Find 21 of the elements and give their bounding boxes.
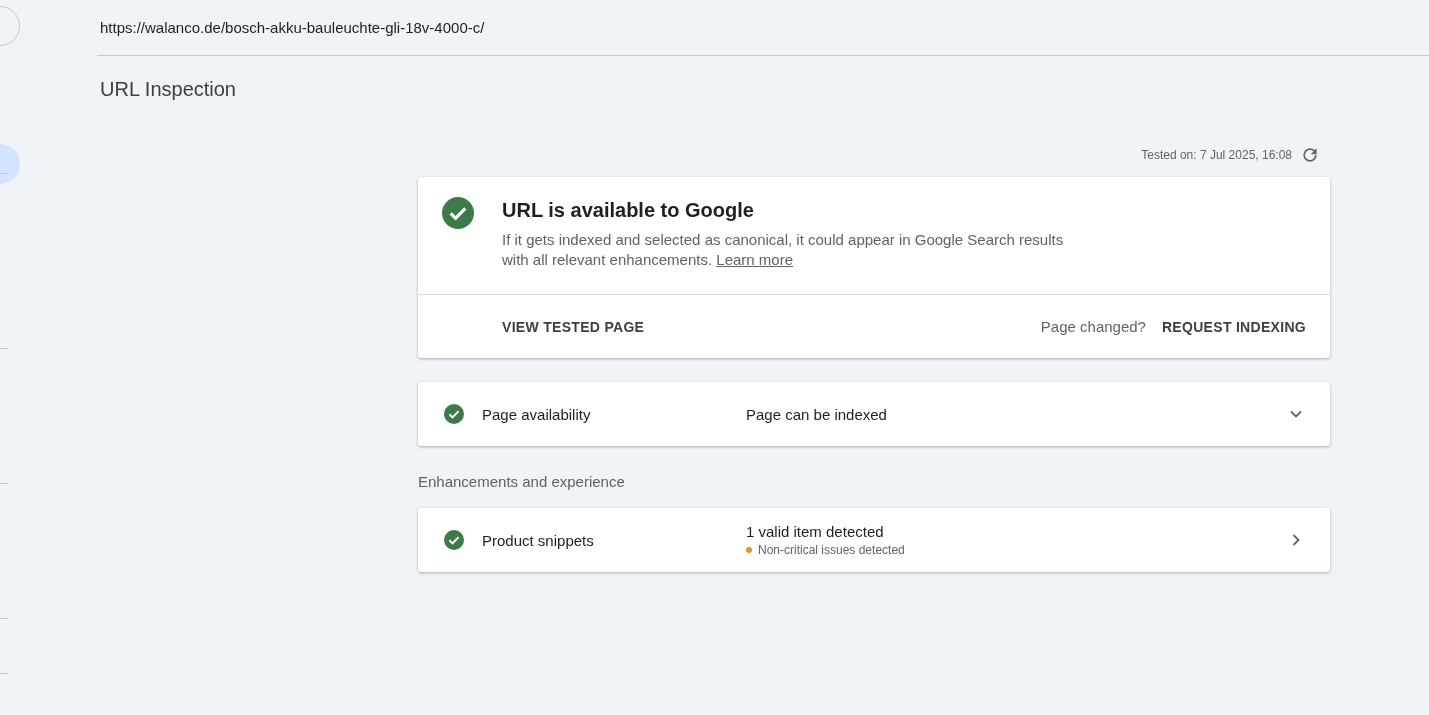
page-changed-label: Page changed? (1040, 318, 1146, 335)
result-row[interactable]: Page availability Page can be indexed (418, 382, 1330, 446)
check-circle-icon (442, 197, 474, 229)
page-title: URL Inspection (100, 78, 237, 101)
check-circle-icon (444, 404, 464, 424)
inspected-url: https://walanco.de/bosch-akku-bauleuchte-gli-18v-4000-c/ (100, 19, 485, 36)
learn-more-link[interactable]: Learn more (716, 251, 793, 268)
refresh-icon[interactable] (1300, 145, 1320, 165)
row-note: Non-critical issues detected (758, 543, 905, 557)
status-description: If it gets indexed and selected as canonical, it could appear in Google Search results with all relevant enhancements. Learn more (502, 230, 1065, 270)
row-label: Product snippets (482, 531, 595, 549)
row-status: Page can be indexed (746, 405, 888, 423)
section-heading: Enhancements and experience (418, 473, 626, 490)
row-label: Page availability (482, 405, 592, 423)
result-row[interactable]: Product snippets 1 valid item detected Non-critical issues detected (418, 508, 1330, 572)
view-tested-page-button[interactable]: VIEW TESTED PAGE (502, 312, 645, 341)
check-circle-icon (444, 530, 464, 550)
status-heading: URL is available to Google (502, 199, 755, 222)
row-status: 1 valid item detected (746, 523, 885, 540)
request-indexing-button[interactable]: REQUEST INDEXING (1161, 312, 1306, 341)
tested-date: Tested on: 7 Jul 2025, 16:08 (1141, 148, 1292, 162)
